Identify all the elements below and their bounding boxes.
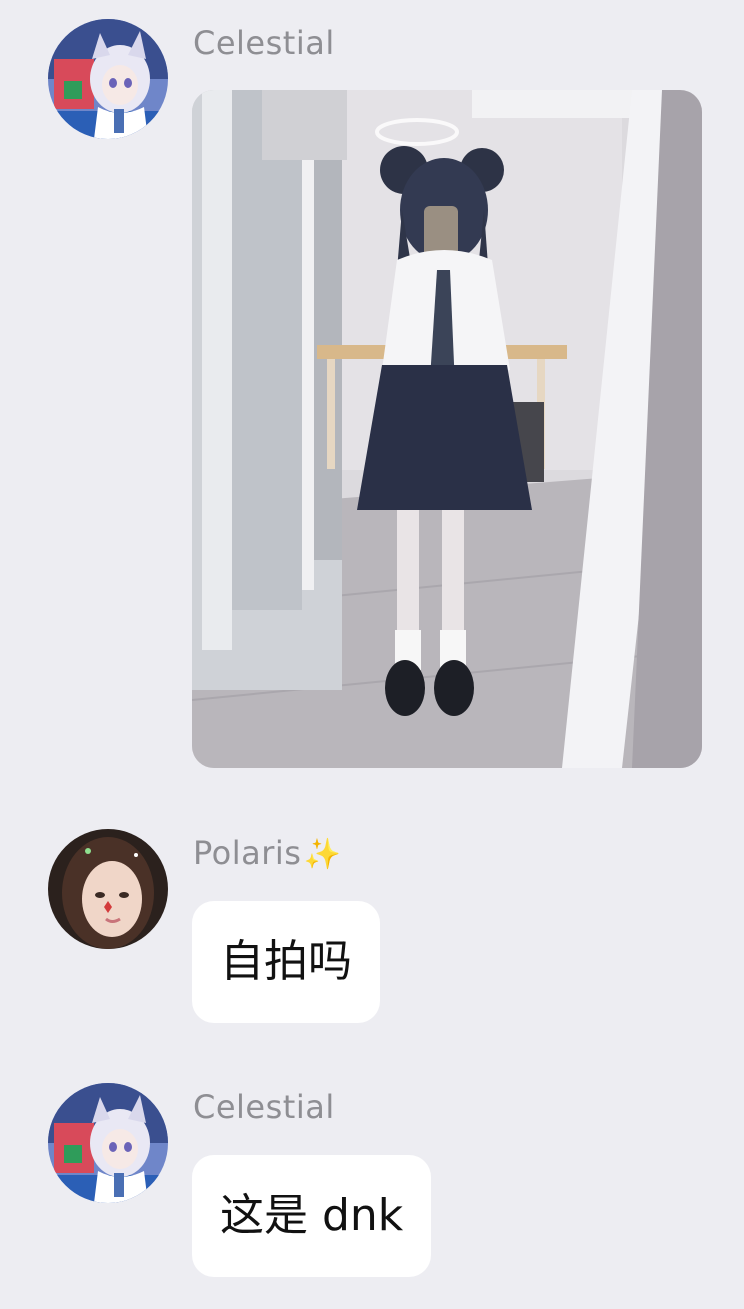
sender-name-text: Polaris [193, 834, 302, 872]
sparkles-icon: ✨ [303, 837, 342, 872]
message-row-celestial-text: Celestial 这是 dnk [0, 1064, 744, 1304]
sender-name-text: Celestial [193, 1088, 335, 1126]
message-bubble[interactable]: 这是 dnk [192, 1155, 432, 1277]
sender-name: Celestial [193, 1091, 335, 1123]
sender-name-text: Celestial [193, 24, 335, 62]
message-row-celestial-photo: Celestial [0, 0, 744, 790]
mirror-selfie-photo[interactable] [192, 90, 702, 768]
anime-avatar-icon[interactable] [48, 19, 168, 139]
anime-avatar-icon[interactable] [48, 1083, 168, 1203]
sender-name: Celestial [193, 27, 335, 59]
message-row-polaris: Polaris✨ 自拍吗 [0, 800, 744, 1040]
sender-name: Polaris✨ [193, 837, 341, 870]
portrait-avatar-icon[interactable] [48, 829, 168, 949]
message-text: 自拍吗 [220, 936, 352, 987]
message-text: 这是 dnk [220, 1190, 404, 1241]
message-bubble[interactable]: 自拍吗 [192, 901, 380, 1023]
